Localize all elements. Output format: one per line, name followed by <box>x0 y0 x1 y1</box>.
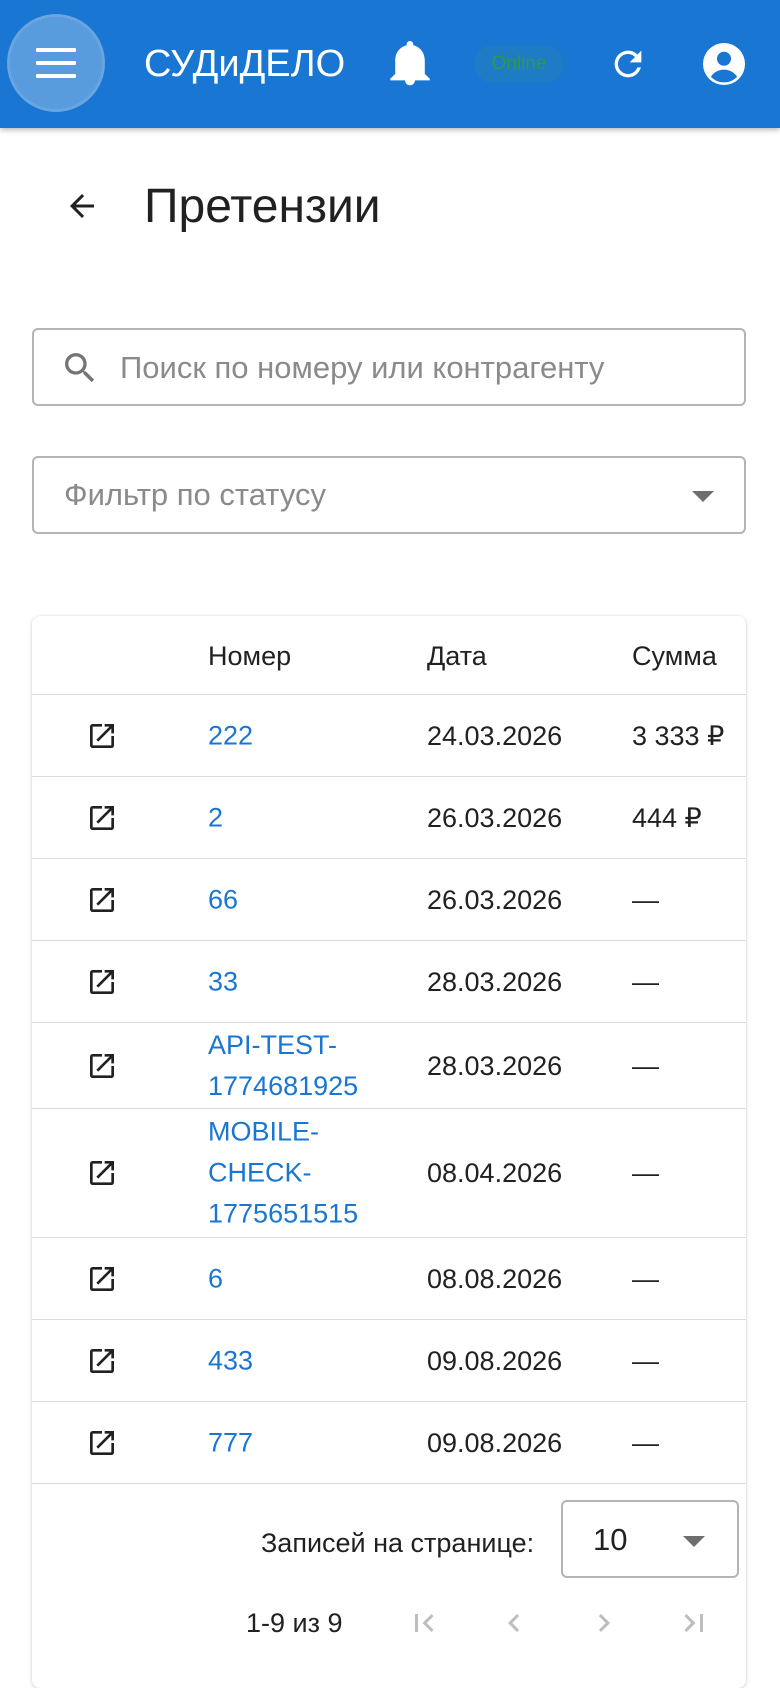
arrow-left-icon <box>70 194 94 218</box>
table-row: 66 26.03.2026 — <box>32 859 746 941</box>
table-row: 433 09.08.2026 — <box>32 1320 746 1402</box>
claim-number-link[interactable]: 33 <box>208 961 388 1002</box>
refresh-icon <box>614 50 642 78</box>
column-header-number[interactable]: Номер <box>208 640 291 672</box>
prev-page-button[interactable] <box>492 1601 536 1645</box>
claim-sum: — <box>632 1345 659 1376</box>
search-input[interactable] <box>118 332 732 404</box>
claim-sum: — <box>632 1050 659 1081</box>
claim-date: 08.04.2026 <box>427 1158 563 1188</box>
table-row: 33 28.03.2026 — <box>32 941 746 1023</box>
first-page-button[interactable] <box>402 1601 446 1645</box>
column-header-date[interactable]: Дата <box>427 640 487 672</box>
claim-number-link[interactable]: 433 <box>208 1340 388 1381</box>
last-page-icon <box>684 1614 703 1632</box>
open-claim-button[interactable] <box>82 716 122 756</box>
claim-sum: 3 333 ₽ <box>632 720 725 751</box>
claim-date: 26.03.2026 <box>427 884 563 915</box>
claim-number-link[interactable]: MOBILE-CHECK-1775651515 <box>208 1112 388 1235</box>
claim-sum: — <box>632 1427 659 1458</box>
notifications-button[interactable] <box>382 36 438 92</box>
claim-date: 09.08.2026 <box>427 1345 563 1376</box>
search-icon <box>65 353 95 383</box>
open-in-new-icon <box>90 1266 114 1291</box>
refresh-button[interactable] <box>600 36 656 92</box>
column-header-sum[interactable]: Сумма <box>632 640 717 672</box>
claim-date: 28.03.2026 <box>427 1050 563 1081</box>
open-in-new-icon <box>90 1430 114 1455</box>
claim-sum: — <box>632 884 659 915</box>
claim-number-link[interactable]: API-TEST-1774681925 <box>208 1025 388 1107</box>
bell-icon <box>390 41 430 86</box>
open-claim-button[interactable] <box>82 1259 122 1299</box>
app-title: СУДиДЕЛО <box>144 43 346 85</box>
account-icon <box>703 43 745 85</box>
caret-down-icon <box>692 491 714 502</box>
open-claim-button[interactable] <box>82 798 122 838</box>
rows-per-page-select[interactable]: 10 <box>561 1500 739 1578</box>
table-row: 777 09.08.2026 — <box>32 1402 746 1484</box>
claim-sum: — <box>632 1158 659 1188</box>
connection-status-badge: Online <box>474 45 564 83</box>
page-range-text: 1-9 из 9 <box>246 1608 343 1638</box>
open-claim-button[interactable] <box>82 1153 122 1193</box>
claim-number-link[interactable]: 777 <box>208 1422 388 1463</box>
next-page-icon <box>598 1614 610 1632</box>
search-field[interactable] <box>32 328 746 406</box>
table-header: Номер Дата Сумма <box>32 616 746 695</box>
claim-date: 09.08.2026 <box>427 1427 563 1458</box>
rows-per-page-label: Записей на странице: <box>261 1528 535 1558</box>
status-filter-placeholder: Фильтр по статусу <box>64 477 327 512</box>
open-in-new-icon <box>90 1053 114 1078</box>
open-in-new-icon <box>90 887 114 912</box>
account-button[interactable] <box>696 36 752 92</box>
menu-button[interactable] <box>10 17 102 109</box>
open-claim-button[interactable] <box>82 962 122 1002</box>
caret-down-icon <box>683 1536 705 1547</box>
open-claim-button[interactable] <box>82 880 122 920</box>
claim-sum: — <box>632 1263 659 1294</box>
claims-table-card: Номер Дата Сумма 222 24.03.2026 3 333 ₽ … <box>32 616 746 1688</box>
next-page-button[interactable] <box>582 1601 626 1645</box>
table-body: 222 24.03.2026 3 333 ₽ 2 26.03.2026 444 … <box>32 695 746 1484</box>
open-in-new-icon <box>90 1161 114 1185</box>
table-row: 6 08.08.2026 — <box>32 1238 746 1320</box>
page-title: Претензии <box>144 180 381 233</box>
first-page-icon <box>415 1614 434 1632</box>
open-in-new-icon <box>90 723 114 748</box>
open-claim-button[interactable] <box>82 1341 122 1381</box>
menu-icon <box>36 48 76 78</box>
table-row: API-TEST-1774681925 28.03.2026 — <box>32 1023 746 1109</box>
status-filter-select[interactable]: Фильтр по статусу <box>32 456 746 534</box>
claim-sum: — <box>632 966 659 997</box>
claim-number-link[interactable]: 66 <box>208 879 388 920</box>
claim-date: 24.03.2026 <box>427 720 563 751</box>
open-claim-button[interactable] <box>82 1046 122 1086</box>
claim-date: 08.08.2026 <box>427 1263 563 1294</box>
claim-number-link[interactable]: 222 <box>208 715 388 756</box>
last-page-button[interactable] <box>672 1601 716 1645</box>
rows-per-page-value: 10 <box>593 1522 628 1557</box>
claim-number-link[interactable]: 2 <box>208 797 388 838</box>
back-button[interactable] <box>54 178 110 234</box>
open-in-new-icon <box>90 1348 114 1373</box>
claim-number-link[interactable]: 6 <box>208 1258 388 1299</box>
claim-date: 26.03.2026 <box>427 802 563 833</box>
app-bar: СУДиДЕЛО Online <box>0 0 780 128</box>
table-row: 222 24.03.2026 3 333 ₽ <box>32 695 746 777</box>
open-claim-button[interactable] <box>82 1423 122 1463</box>
open-in-new-icon <box>90 805 114 830</box>
table-row: MOBILE-CHECK-1775651515 08.04.2026 — <box>32 1109 746 1238</box>
claim-sum: 444 ₽ <box>632 802 702 833</box>
prev-page-icon <box>508 1614 520 1632</box>
table-row: 2 26.03.2026 444 ₽ <box>32 777 746 859</box>
open-in-new-icon <box>90 969 114 994</box>
claim-date: 28.03.2026 <box>427 966 563 997</box>
